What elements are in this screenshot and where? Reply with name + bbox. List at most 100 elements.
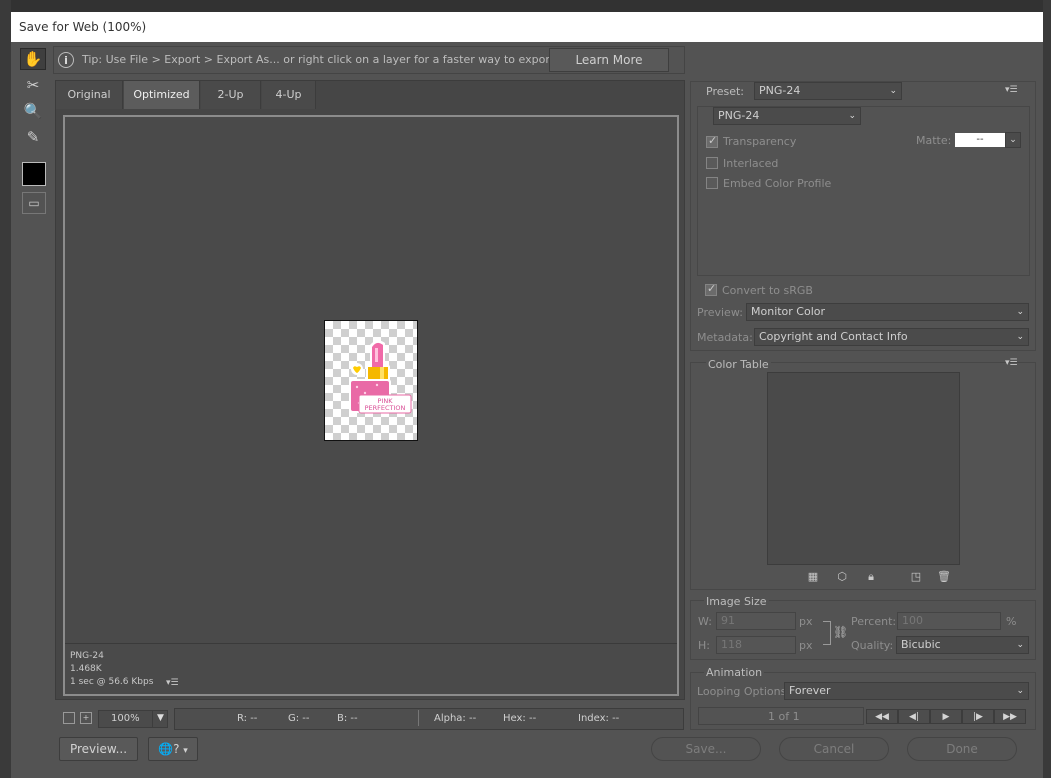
- height-label: H:: [698, 639, 710, 652]
- quality-select[interactable]: Bicubic ⌄: [896, 636, 1029, 654]
- browser-icon: 🌐?: [158, 742, 180, 756]
- browser-preview-button[interactable]: 🌐? ▾: [148, 737, 198, 761]
- matte-color-swatch[interactable]: --: [955, 133, 1005, 147]
- frame-counter: 1 of 1: [768, 710, 800, 723]
- tab-original[interactable]: Original: [56, 81, 123, 109]
- save-button[interactable]: Save...: [651, 737, 761, 761]
- readout-index: Index: --: [578, 713, 620, 724]
- format-value: PNG-24: [718, 109, 760, 122]
- chevron-down-icon[interactable]: ⌄: [1005, 132, 1021, 148]
- animation-title: Animation: [704, 666, 765, 679]
- background-right-edge: [1043, 0, 1051, 778]
- window-title: Save for Web (100%): [11, 12, 1043, 42]
- looping-select[interactable]: Forever ⌄: [784, 682, 1029, 700]
- embed-profile-checkbox[interactable]: [706, 177, 718, 189]
- interlaced-label: Interlaced: [723, 157, 779, 170]
- convert-srgb-label: Convert to sRGB: [722, 284, 813, 297]
- background-left-edge: [0, 0, 11, 778]
- constrain-bracket: [823, 621, 831, 645]
- width-field[interactable]: 91: [716, 612, 796, 630]
- link-icon[interactable]: ⛓: [833, 625, 848, 639]
- image-size-title: Image Size: [704, 595, 769, 608]
- readout-b: B: --: [337, 713, 358, 724]
- zoom-out-icon[interactable]: [63, 712, 75, 724]
- hand-tool-icon[interactable]: ✋: [20, 48, 46, 70]
- preset-label: Preset:: [706, 85, 745, 98]
- background-window-strip: [0, 0, 1051, 12]
- tab-2up[interactable]: 2-Up: [201, 81, 261, 109]
- info-icon: i: [58, 52, 74, 68]
- metadata-value: Copyright and Contact Info: [759, 330, 908, 343]
- readout-alpha: Alpha: --: [434, 713, 477, 724]
- preset-value: PNG-24: [759, 84, 801, 97]
- toggle-slices-icon[interactable]: ▭: [22, 192, 46, 214]
- eyedropper-color-swatch[interactable]: [22, 162, 46, 186]
- tab-4up[interactable]: 4-Up: [262, 81, 316, 109]
- chevron-down-icon: ⌄: [1016, 332, 1024, 342]
- first-frame-icon[interactable]: ◀◀: [866, 709, 898, 724]
- optimized-format: PNG-24: [70, 651, 104, 661]
- last-frame-icon[interactable]: ▶▶: [994, 709, 1026, 724]
- color-table-menu-icon[interactable]: ▾☰: [1005, 358, 1018, 368]
- width-unit: px: [799, 615, 813, 628]
- chevron-down-icon: ⌄: [889, 86, 897, 96]
- preset-select[interactable]: PNG-24 ⌄: [754, 82, 902, 100]
- cancel-button[interactable]: Cancel: [779, 737, 889, 761]
- readout-hex: Hex: --: [503, 713, 537, 724]
- embed-profile-label: Embed Color Profile: [723, 177, 832, 190]
- web-shift-icon[interactable]: ⬡: [835, 570, 849, 584]
- looping-value: Forever: [789, 684, 831, 697]
- trash-icon[interactable]: 🗑︎: [937, 570, 951, 584]
- transparency-checkbox[interactable]: [706, 134, 718, 148]
- play-icon[interactable]: ▶: [930, 709, 962, 724]
- preview-mode-value: Monitor Color: [751, 305, 826, 318]
- chevron-down-icon[interactable]: ▼: [152, 710, 168, 728]
- preview-mode-select[interactable]: Monitor Color ⌄: [746, 303, 1029, 321]
- eyedropper-tool-icon[interactable]: ✎: [20, 126, 46, 148]
- quality-label: Quality:: [851, 639, 894, 652]
- percent-field[interactable]: 100: [897, 612, 1001, 630]
- readout-g: G: --: [288, 713, 310, 724]
- optimize-menu-icon[interactable]: ▾☰: [1005, 85, 1018, 95]
- canvas-info-separator: [65, 643, 677, 644]
- matte-label: Matte:: [916, 134, 952, 147]
- format-options-group: [697, 106, 1030, 276]
- zoom-tool-icon[interactable]: 🔍: [20, 100, 46, 122]
- format-select[interactable]: PNG-24 ⌄: [713, 107, 861, 125]
- interlaced-checkbox[interactable]: [706, 157, 718, 169]
- preview-button[interactable]: Preview...: [59, 737, 138, 761]
- lock-color-icon[interactable]: 🔒︎: [864, 570, 878, 584]
- download-speed-menu-icon[interactable]: ▾☰: [166, 678, 179, 688]
- next-frame-icon[interactable]: |▶: [962, 709, 994, 724]
- height-field[interactable]: 118: [716, 636, 796, 654]
- chevron-down-icon: ⌄: [1016, 640, 1024, 650]
- convert-srgb-checkbox[interactable]: [705, 282, 717, 296]
- done-button[interactable]: Done: [907, 737, 1017, 761]
- percent-label: Percent:: [851, 615, 897, 628]
- chevron-down-icon: ⌄: [848, 111, 856, 121]
- height-unit: px: [799, 639, 813, 652]
- preview-mode-label: Preview:: [697, 306, 743, 319]
- tab-optimized[interactable]: Optimized: [124, 81, 200, 109]
- lipstick-sticker-image: PINK PERFECTION: [349, 340, 412, 414]
- metadata-label: Metadata:: [697, 331, 753, 344]
- new-color-icon[interactable]: ◳: [909, 570, 923, 584]
- preview-image: PINK PERFECTION: [324, 320, 418, 441]
- transparency-label: Transparency: [723, 135, 797, 148]
- download-time: 1 sec @ 56.6 Kbps: [70, 677, 154, 687]
- chevron-down-icon: ⌄: [1016, 307, 1024, 317]
- readout-r: R: --: [237, 713, 258, 724]
- zoom-in-icon[interactable]: +: [80, 712, 92, 724]
- sticker-text-line2: PERFECTION: [365, 404, 406, 412]
- chevron-down-icon: ⌄: [1016, 686, 1024, 696]
- color-table-title: Color Table: [706, 358, 771, 371]
- width-label: W:: [698, 615, 712, 628]
- color-table-swatches: [767, 372, 960, 565]
- map-transparent-icon[interactable]: ▦: [806, 570, 820, 584]
- previous-frame-icon[interactable]: ◀|: [898, 709, 930, 724]
- metadata-select[interactable]: Copyright and Contact Info ⌄: [754, 328, 1029, 346]
- readout-separator: [418, 710, 419, 726]
- chevron-down-icon: ▾: [183, 746, 188, 756]
- learn-more-button[interactable]: Learn More: [549, 48, 669, 72]
- slice-select-tool-icon[interactable]: ✂: [20, 74, 46, 96]
